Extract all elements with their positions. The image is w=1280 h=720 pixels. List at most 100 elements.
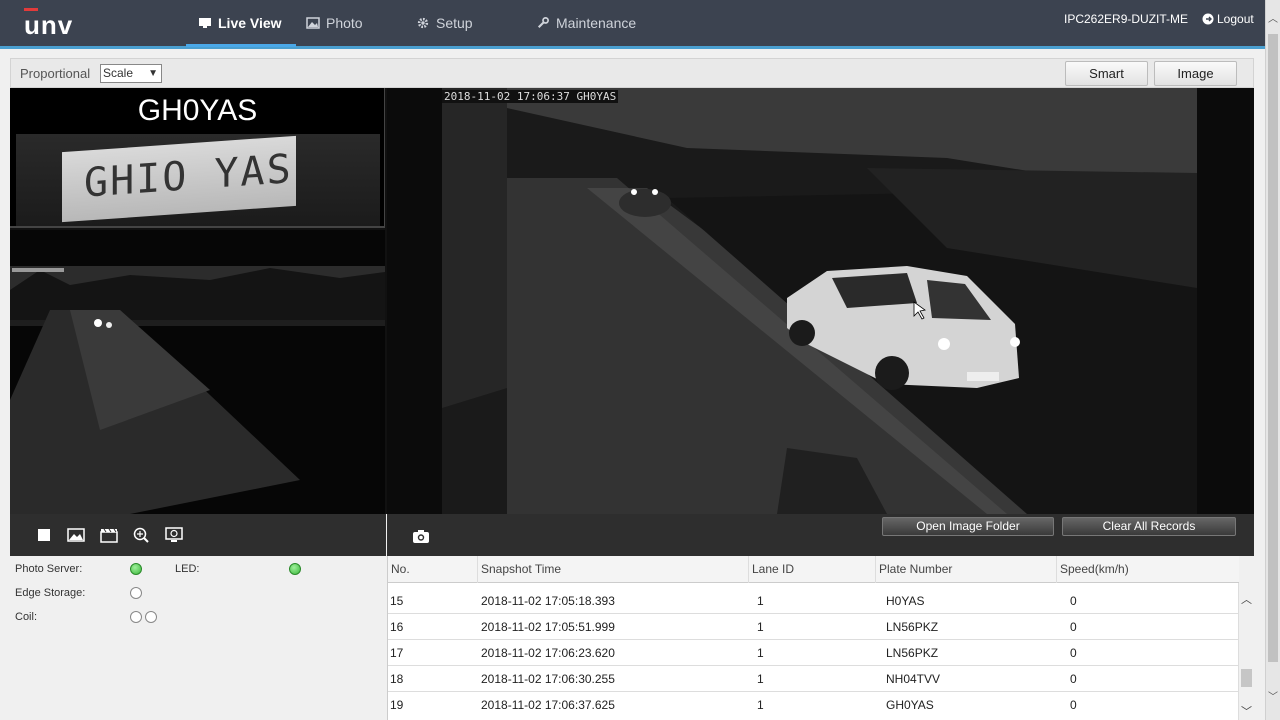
scale-select[interactable]: Scale ▼ <box>100 64 162 83</box>
cell-no: 15 <box>390 594 404 608</box>
license-plate-image: GHIO YAS <box>62 135 296 223</box>
cell-snapshot-time: 2018-11-02 17:06:37.625 <box>481 698 615 712</box>
edge-storage-label: Edge Storage: <box>15 587 86 599</box>
page-scrollbar[interactable]: ︿ ﹀ <box>1265 0 1280 720</box>
plate-recognition-panel: GH0YAS GHIO YAS <box>10 88 385 228</box>
records-controls: Open Image Folder Clear All Records <box>387 514 1254 556</box>
logout-label: Logout <box>1217 12 1254 26</box>
table-scroll-down-icon[interactable]: ﹀ <box>1241 703 1252 719</box>
tab-maintenance[interactable]: Maintenance <box>536 0 636 46</box>
table-row[interactable]: 16 2018-11-02 17:05:51.999 1 LN56PKZ 0 <box>388 614 1239 640</box>
wrench-icon <box>537 17 549 29</box>
cell-snapshot-time: 2018-11-02 17:05:51.999 <box>481 620 615 634</box>
cell-lane-id: 1 <box>757 594 764 608</box>
column-header-snapshot-time: Snapshot Time <box>478 556 749 583</box>
cell-no: 16 <box>390 620 404 634</box>
snapshot-thumbnail[interactable] <box>10 230 385 514</box>
logout-link[interactable]: Logout <box>1202 12 1254 26</box>
chevron-down-icon: ▼ <box>148 68 158 79</box>
cell-lane-id: 1 <box>757 620 764 634</box>
open-image-folder-button[interactable]: Open Image Folder <box>882 517 1054 536</box>
coil-status-indicator-2 <box>145 611 157 623</box>
column-header-speed: Speed(km/h) <box>1060 562 1129 576</box>
coil-label: Coil: <box>15 611 38 623</box>
video-timestamp-overlay: 2018-11-02 17:06:37 GH0YAS <box>442 90 619 103</box>
active-tab-indicator <box>186 44 296 47</box>
scroll-up-arrow-icon[interactable]: ︿ <box>1268 14 1278 26</box>
cell-speed: 0 <box>1070 620 1077 634</box>
cell-plate-number: LN56PKZ <box>886 646 939 660</box>
cell-speed: 0 <box>1070 672 1077 686</box>
tab-live-view-label: Live View <box>218 15 282 31</box>
live-video-feed[interactable]: 2018-11-02 17:06:37 GH0YAS <box>387 88 1254 514</box>
device-status-panel: Photo Server: LED: Edge Storage: Coil: <box>10 556 386 720</box>
snapshot-image-icon[interactable] <box>67 526 85 544</box>
photo-server-label: Photo Server: <box>15 563 83 575</box>
digital-zoom-icon[interactable] <box>132 526 150 544</box>
photo-server-status-indicator <box>130 563 142 575</box>
cell-lane-id: 1 <box>757 698 764 712</box>
view-toolbar: Proportional Scale ▼ Smart Image <box>10 58 1254 88</box>
playback-controls <box>10 514 386 556</box>
tab-photo[interactable]: Photo <box>306 0 363 46</box>
cell-lane-id: 1 <box>757 672 764 686</box>
record-clapper-icon[interactable] <box>100 526 118 544</box>
tab-live-view[interactable]: Live View <box>198 0 282 46</box>
column-header-lane-id: Lane ID <box>749 556 876 583</box>
scale-select-value: Scale <box>103 66 134 80</box>
table-scroll-up-icon[interactable]: ︿ <box>1241 591 1252 607</box>
logout-icon <box>1202 13 1214 25</box>
video-area: GH0YAS GHIO YAS 2018-11-02 17:06:37 GH0Y… <box>10 88 1254 514</box>
device-name: IPC262ER9-DUZIT-ME <box>1064 12 1189 26</box>
image-icon <box>306 17 320 29</box>
cell-speed: 0 <box>1070 646 1077 660</box>
cell-speed: 0 <box>1070 698 1077 712</box>
table-row[interactable]: 18 2018-11-02 17:06:30.255 1 NH04TVV 0 <box>388 666 1239 692</box>
table-row[interactable]: 15 2018-11-02 17:05:18.393 1 H0YAS 0 <box>388 588 1239 614</box>
cell-no: 18 <box>390 672 404 686</box>
table-header: No. Snapshot Time Lane ID Plate Number S… <box>388 556 1239 583</box>
tab-setup-label: Setup <box>436 15 473 31</box>
table-scrollbar[interactable]: ︿ ﹀ <box>1238 583 1254 720</box>
tab-setup[interactable]: Setup <box>416 0 473 46</box>
cell-no: 17 <box>390 646 404 660</box>
plate-crop-image: GHIO YAS <box>16 134 380 226</box>
cell-no: 19 <box>390 698 404 712</box>
monitor-icon <box>199 18 211 28</box>
edge-storage-status-indicator <box>130 587 142 599</box>
stop-icon[interactable] <box>35 526 53 544</box>
cell-plate-number: NH04TVV <box>886 672 941 686</box>
plate-image-text: GHIO YAS <box>84 146 293 207</box>
column-header-plate-number: Plate Number <box>876 556 1057 583</box>
brand-logo: unv <box>24 10 74 40</box>
cell-snapshot-time: 2018-11-02 17:06:30.255 <box>481 672 615 686</box>
camera-snapshot-icon[interactable] <box>412 527 430 545</box>
image-button[interactable]: Image <box>1154 61 1237 86</box>
led-status-indicator <box>289 563 301 575</box>
cell-plate-number: GH0YAS <box>886 698 934 712</box>
table-row[interactable]: 19 2018-11-02 17:06:37.625 1 GH0YAS 0 <box>388 692 1239 718</box>
coil-status-indicator-1 <box>130 611 142 623</box>
live-camera-image <box>387 88 1254 514</box>
table-scrollbar-thumb[interactable] <box>1241 669 1252 687</box>
proportional-label: Proportional <box>20 66 91 81</box>
led-label: LED: <box>175 563 200 575</box>
smart-button[interactable]: Smart <box>1065 61 1148 86</box>
cell-lane-id: 1 <box>757 646 764 660</box>
night-street-thumbnail <box>10 230 385 514</box>
table-row[interactable]: 17 2018-11-02 17:06:23.620 1 LN56PKZ 0 <box>388 640 1239 666</box>
scroll-down-arrow-icon[interactable]: ﹀ <box>1268 692 1278 704</box>
column-header-no: No. <box>388 556 478 583</box>
cell-plate-number: LN56PKZ <box>886 620 939 634</box>
cell-snapshot-time: 2018-11-02 17:06:23.620 <box>481 646 615 660</box>
page-scrollbar-thumb[interactable] <box>1268 34 1278 662</box>
tab-photo-label: Photo <box>326 15 363 31</box>
top-navigation-bar: unv Live View Photo Setup Maintenance IP… <box>0 0 1265 46</box>
clear-all-records-button[interactable]: Clear All Records <box>1062 517 1236 536</box>
gear-icon <box>417 17 429 29</box>
fullscreen-monitor-icon[interactable] <box>165 526 183 544</box>
cell-plate-number: H0YAS <box>886 594 925 608</box>
cell-snapshot-time: 2018-11-02 17:05:18.393 <box>481 594 615 608</box>
cell-speed: 0 <box>1070 594 1077 608</box>
recognized-plate-text: GH0YAS <box>137 94 258 127</box>
